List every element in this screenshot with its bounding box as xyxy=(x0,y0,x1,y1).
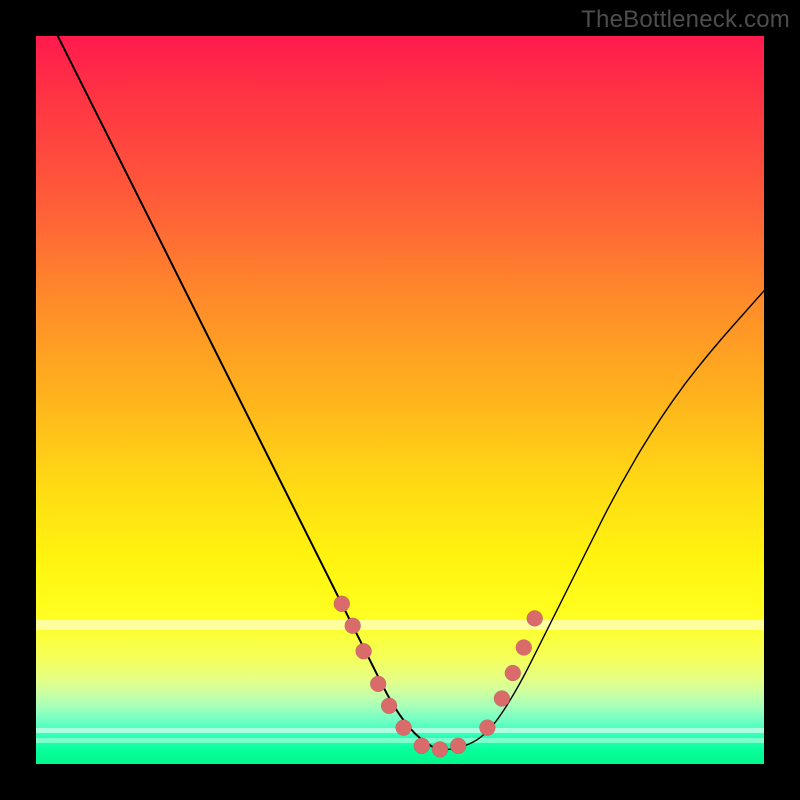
highlight-dot xyxy=(479,720,495,736)
highlight-dot xyxy=(516,640,532,656)
highlight-dot xyxy=(505,665,521,681)
chart-frame: TheBottleneck.com xyxy=(0,0,800,800)
highlight-dot xyxy=(396,720,412,736)
curve-svg xyxy=(36,36,764,764)
highlight-dot xyxy=(334,596,350,612)
highlight-dot xyxy=(356,643,372,659)
bottleneck-curve-right xyxy=(436,291,764,750)
highlight-dot xyxy=(432,741,448,757)
highlight-dot xyxy=(414,738,430,754)
plot-area xyxy=(36,36,764,764)
highlight-dot xyxy=(527,610,543,626)
bottleneck-curve-left xyxy=(58,36,437,749)
highlight-dot xyxy=(494,691,510,707)
highlight-dot xyxy=(450,738,466,754)
highlight-dot xyxy=(381,698,397,714)
highlight-dots-group xyxy=(334,596,543,758)
highlight-dot xyxy=(370,676,386,692)
watermark-text: TheBottleneck.com xyxy=(581,6,790,34)
highlight-dot xyxy=(345,618,361,634)
